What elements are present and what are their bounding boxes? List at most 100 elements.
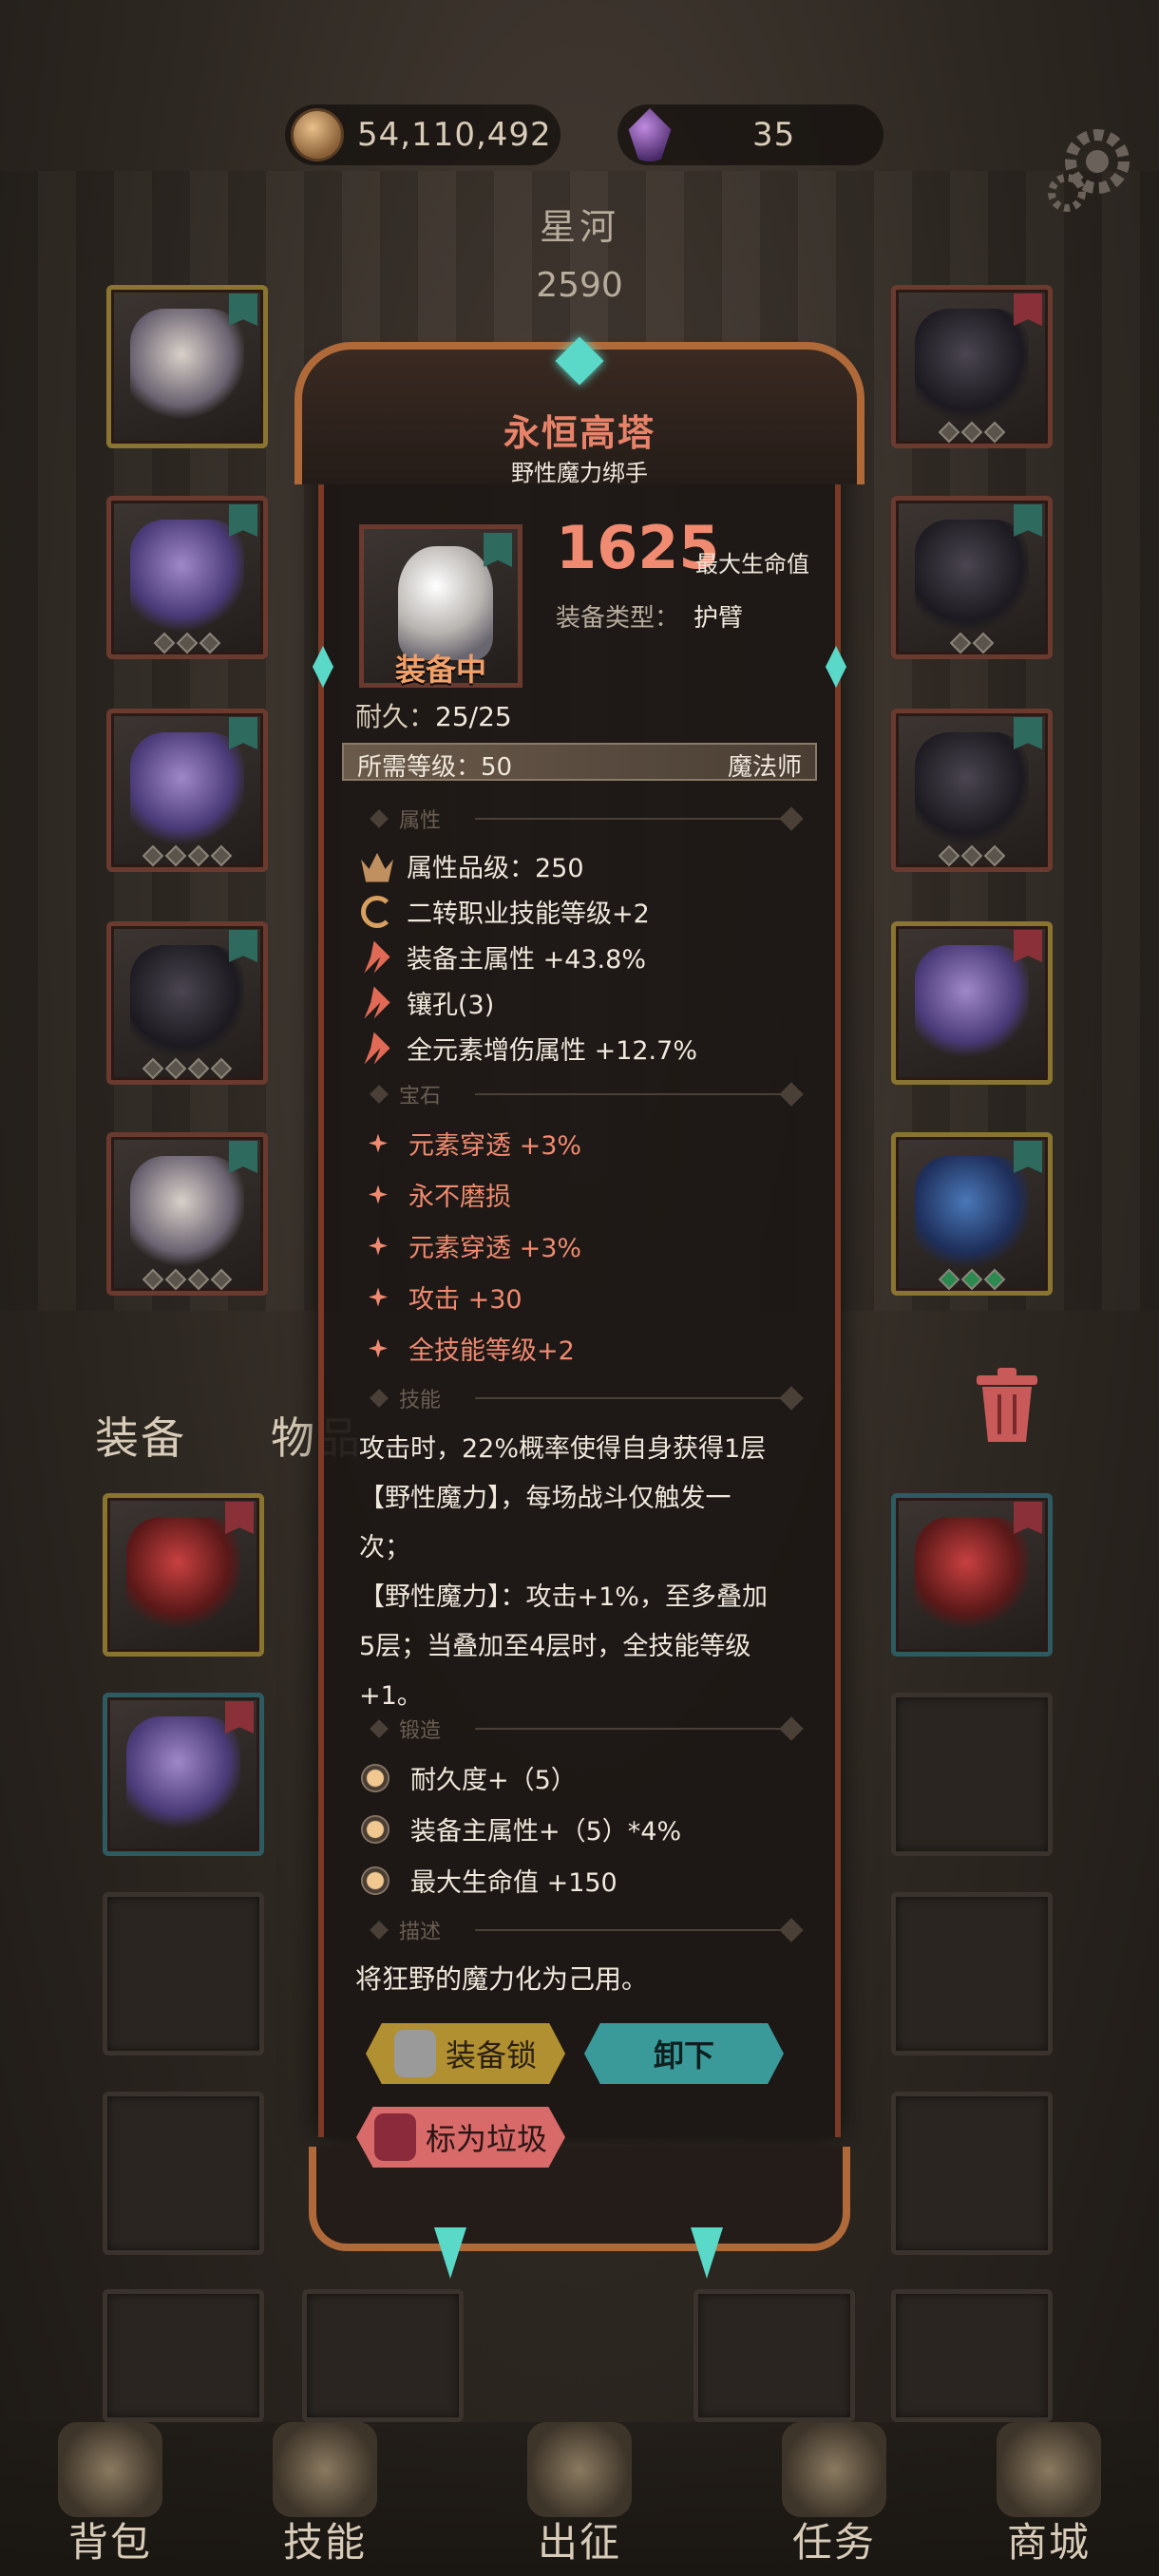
inventory-slot[interactable] (103, 1493, 264, 1657)
padlock-icon (393, 2030, 436, 2077)
heeled-boots-icon (915, 1517, 1029, 1631)
equipped-label: 装备中 (394, 652, 486, 688)
attribute-row: 属性品级：250 (361, 847, 584, 884)
character-name: 星河 (539, 206, 619, 248)
inventory-slot-empty[interactable] (891, 1693, 1053, 1856)
gold-coin-icon (291, 108, 344, 161)
equip-slot-shoulder[interactable] (891, 285, 1053, 448)
sparkle-icon (369, 1133, 388, 1153)
forge-orb-icon (361, 1763, 390, 1792)
boots-item-icon (130, 1156, 244, 1270)
item-name: 永恒高塔 (503, 412, 656, 454)
inventory-slot-empty[interactable] (103, 1892, 264, 2055)
gem-row: 元素穿透 +3% (361, 1227, 581, 1264)
skill-description: 攻击时，22%概率使得自身获得1层 【野性魔力】，每场战斗仅触发一 次； 【野性… (359, 1434, 768, 1711)
purple-gem-icon (628, 108, 672, 161)
gem-row: 全技能等级+2 (361, 1330, 575, 1367)
gold-amount: 54,110,492 (357, 116, 552, 154)
inventory-slot[interactable] (103, 1693, 264, 1856)
scroll-icon (782, 2422, 886, 2517)
attribute-row: 装备主属性 +43.8% (361, 938, 646, 975)
cycle-icon (361, 895, 393, 928)
nav-quests[interactable]: 任务 (758, 2422, 910, 2576)
inventory-slot[interactable] (891, 1493, 1053, 1657)
section-attributes: 属性 (352, 804, 808, 834)
backpack-icon (58, 2422, 162, 2517)
equip-slot-bracer[interactable] (891, 709, 1053, 872)
equip-slot-boots[interactable] (106, 1132, 268, 1296)
shield-item-icon (915, 1156, 1029, 1270)
resource-bar: 54,110,492 35 (0, 95, 1159, 171)
robe-item-icon (130, 732, 244, 846)
equip-slot-head[interactable] (106, 285, 268, 448)
tier-tag-icon (1014, 930, 1042, 962)
mask-item-icon (126, 1716, 240, 1830)
tier-tag-icon (229, 294, 257, 326)
section-gems: 宝石 (352, 1079, 808, 1109)
sword-map-icon (527, 2422, 632, 2517)
inventory-slot-empty[interactable] (302, 2289, 464, 2422)
tier-tag-icon (225, 1502, 254, 1534)
chain-ring-icon (915, 520, 1029, 634)
nav-skills[interactable]: 技能 (249, 2422, 401, 2576)
item-description: 将狂野的魔力化为己用。 (355, 1963, 649, 1995)
section-skill: 技能 (352, 1383, 808, 1413)
tier-tag-icon (1014, 504, 1042, 537)
item-subtitle: 野性魔力绑手 (511, 460, 648, 486)
inventory-slot-empty[interactable] (103, 2092, 264, 2255)
section-forge: 锻造 (352, 1714, 808, 1744)
forge-orb-icon (361, 1866, 390, 1895)
trash-bin-icon[interactable] (971, 1368, 1043, 1444)
gem-row: 永不磨损 (361, 1176, 511, 1213)
forge-orb-icon (361, 1814, 390, 1844)
section-description: 描述 (352, 1915, 808, 1945)
gauntlet-icon (398, 546, 493, 660)
tier-tag-icon (1014, 294, 1042, 326)
equip-type-value: 护臂 (694, 604, 744, 633)
inventory-slot-empty[interactable] (891, 2289, 1053, 2422)
equip-slot-amulet[interactable] (106, 496, 268, 659)
durability: 耐久：25/25 (355, 701, 512, 732)
flower-amulet-icon (130, 520, 244, 634)
equip-slot-legs[interactable] (106, 921, 268, 1085)
mark-as-trash-button[interactable]: 标为垃圾 (356, 2107, 565, 2168)
tier-tag-icon (229, 1141, 257, 1173)
tier-tag-icon (1014, 717, 1042, 749)
tier-tag-icon (229, 504, 257, 537)
tab-equipment[interactable]: 装备 (95, 1404, 186, 1467)
trash-jar-icon (373, 2113, 416, 2161)
gem-row: 元素穿透 +3% (361, 1125, 581, 1162)
attribute-row: 全元素增伤属性 +12.7% (361, 1030, 697, 1067)
crown-icon (361, 852, 393, 882)
requirement-bar: 所需等级：50 魔法师 (342, 743, 817, 782)
unequip-button[interactable]: 卸下 (584, 2023, 784, 2084)
nav-shop[interactable]: 商城 (973, 2422, 1125, 2576)
forge-row: 耐久度+（5） (361, 1759, 577, 1796)
sparkle-icon (369, 1338, 388, 1358)
pants-item-icon (130, 945, 244, 1059)
inventory-slot-empty[interactable] (694, 2289, 855, 2422)
attribute-row: 镶孔(3) (361, 984, 494, 1021)
forge-row: 装备主属性+（5）*4% (361, 1810, 681, 1847)
inventory-slot-empty[interactable] (891, 1892, 1053, 2055)
nav-expedition[interactable]: 出征 (504, 2422, 656, 2576)
equip-slot-weapon[interactable] (891, 921, 1053, 1085)
sparkle-icon (369, 1184, 388, 1204)
inventory-slot-empty[interactable] (103, 2289, 264, 2422)
tier-tag-icon (225, 1701, 254, 1733)
equip-slot-offhand[interactable] (891, 1132, 1053, 1296)
gem-row: 攻击 +30 (361, 1279, 522, 1316)
gold-counter: 54,110,492 (285, 104, 560, 165)
helmet-item-icon (915, 309, 1029, 423)
equip-slot-ring[interactable] (891, 496, 1053, 659)
bottom-nav: 背包 技能 出征 任务 商城 (0, 2422, 1159, 2576)
gem-counter: 35 (618, 104, 884, 165)
equip-lock-button[interactable]: 装备锁 (366, 2023, 565, 2084)
bracer-item-icon (915, 732, 1029, 846)
nav-backpack[interactable]: 背包 (34, 2422, 186, 2576)
tier-tag-icon (1014, 1141, 1042, 1173)
inventory-slot-empty[interactable] (891, 2092, 1053, 2255)
hat-item-icon (130, 309, 244, 423)
equip-slot-robe[interactable] (106, 709, 268, 872)
sparkle-icon (369, 1287, 388, 1307)
